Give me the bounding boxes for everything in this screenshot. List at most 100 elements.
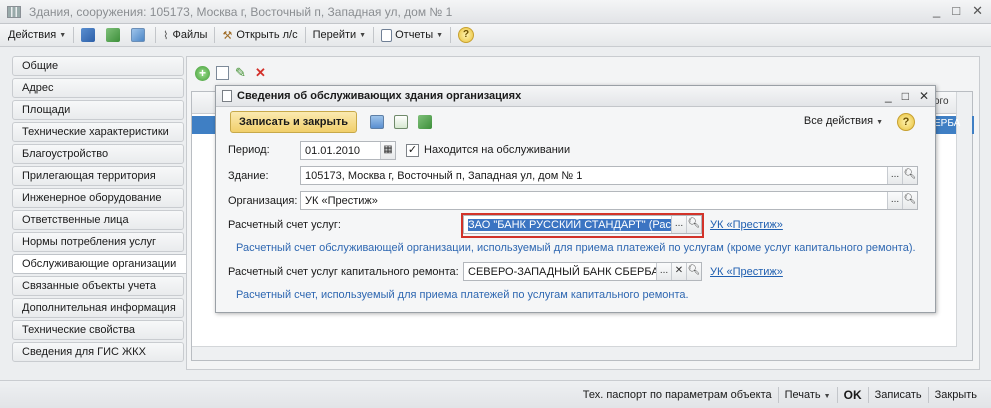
nav-item-consumption-norms[interactable]: Нормы потребления услуг (12, 232, 184, 252)
nav-item-areas[interactable]: Площади (12, 100, 184, 120)
files-label: Файлы (172, 29, 208, 41)
service-account-owner-link[interactable]: УК «Престиж» (710, 219, 783, 231)
nav-item-service-orgs[interactable]: Обслуживающие организации (12, 254, 190, 274)
dialog-minimize-button[interactable]: _ (885, 89, 892, 103)
open-account-button[interactable]: ⚒ Открыть л/с (218, 26, 301, 45)
save-icon[interactable] (370, 115, 384, 129)
files-button[interactable]: ⌇ Файлы (159, 26, 211, 45)
nav-item-additional-info[interactable]: Дополнительная информация (12, 298, 184, 318)
nav-item-tech-properties[interactable]: Технические свойства (12, 320, 184, 340)
caret-down-icon: ▼ (59, 31, 67, 39)
all-actions-menu[interactable]: Все действия ▼ (804, 115, 883, 127)
copy-button[interactable] (127, 26, 152, 45)
calendar-icon[interactable]: ▦ (380, 142, 395, 159)
dialog-window-controls: _ □ ✕ (885, 89, 929, 103)
period-value: 01.01.2010 (305, 145, 361, 157)
column-header-partial: ого (934, 96, 949, 107)
delete-icon[interactable]: ✕ (255, 66, 269, 80)
select-ellipsis-button[interactable]: ... (887, 192, 902, 209)
all-actions-label: Все действия (803, 115, 874, 127)
dialog-help-button[interactable]: ? (897, 113, 915, 131)
dialog-titlebar: Сведения об обслуживающих здания организ… (216, 86, 935, 107)
toolbar-separator (373, 27, 375, 43)
help-button[interactable]: ? (454, 26, 478, 45)
nav-item-tech-specs[interactable]: Технические характеристики (12, 122, 184, 142)
edit-icon[interactable]: ✎ (235, 66, 249, 80)
caret-down-icon: ▼ (436, 31, 444, 39)
window-titlebar: Здания, сооружения: 105173, Москва г, Во… (0, 0, 991, 24)
service-account-hint: Расчетный счет обслуживающей организации… (236, 242, 916, 254)
period-field[interactable]: 01.01.2010 ▦ (300, 141, 396, 160)
nav-item-general[interactable]: Общие (12, 56, 184, 76)
ok-button[interactable]: OK (838, 388, 868, 402)
nav-item-adjacent-territory[interactable]: Прилегающая территория (12, 166, 184, 186)
organization-label: Организация: (228, 195, 298, 207)
maximize-button[interactable]: □ (952, 3, 960, 19)
service-account-label: Расчетный счет услуг: (228, 219, 341, 231)
nav-item-gis-zhkh[interactable]: Сведения для ГИС ЖКХ (12, 342, 184, 362)
save-button[interactable]: Записать (869, 389, 928, 401)
actions-label: Действия (8, 29, 57, 41)
nav-item-engineering[interactable]: Инженерное оборудование (12, 188, 184, 208)
bottom-command-bar: Тех. паспорт по параметрам объекта Печат… (0, 380, 991, 408)
paperclip-icon: ⌇ (163, 29, 169, 42)
tech-passport-button[interactable]: Тех. паспорт по параметрам объекта (577, 389, 778, 401)
nav-item-improvement[interactable]: Благоустройство (12, 144, 184, 164)
dialog-close-button[interactable]: ✕ (919, 89, 929, 103)
select-ellipsis-button[interactable]: ... (887, 167, 902, 184)
horizontal-scrollbar[interactable] (192, 346, 957, 360)
open-search-icon[interactable]: 🔍︎ (902, 192, 917, 209)
print-label: Печать (784, 388, 821, 401)
goto-label: Перейти (312, 29, 357, 41)
vertical-scrollbar[interactable] (956, 92, 972, 360)
goto-menu[interactable]: Перейти ▼ (309, 26, 371, 45)
serviced-checkbox[interactable]: ✓ (406, 144, 419, 157)
caret-down-icon: ▼ (823, 392, 831, 400)
reports-menu[interactable]: Отчеты ▼ (377, 26, 447, 45)
toolbar-separator (73, 27, 75, 43)
tool-icon: ⚒ (222, 29, 233, 42)
refresh-icon (106, 28, 121, 42)
building-value: 105173, Москва г, Восточный п, Западная … (305, 170, 583, 182)
save-and-close-button[interactable]: Записать и закрыть (230, 111, 358, 133)
nav-item-responsible[interactable]: Ответственные лица (12, 210, 184, 230)
arrow-left-icon (81, 28, 96, 42)
copy-row-icon[interactable] (216, 66, 229, 80)
grid-toolbar: + ✎ ✕ (195, 66, 269, 81)
caret-down-icon: ▼ (359, 31, 367, 39)
select-ellipsis-button[interactable]: ... (656, 263, 671, 280)
organization-field[interactable]: УК «Престиж» ... 🔍︎ (300, 191, 918, 210)
capital-account-value: СЕВЕРО-ЗАПАДНЫЙ БАНК СБЕРБАІ (468, 266, 662, 278)
capital-account-owner-link[interactable]: УК «Престиж» (710, 266, 783, 278)
capital-account-field[interactable]: СЕВЕРО-ЗАПАДНЫЙ БАНК СБЕРБАІ ... ✕ 🔍︎ (463, 262, 702, 281)
close-form-button[interactable]: Закрыть (929, 389, 983, 401)
add-icon[interactable]: + (195, 66, 210, 81)
print-menu[interactable]: Печать ▼ (779, 389, 837, 401)
clear-icon[interactable]: ✕ (671, 263, 686, 280)
dialog-maximize-button[interactable]: □ (902, 89, 909, 103)
back-button[interactable] (77, 26, 102, 45)
close-button[interactable]: ✕ (972, 3, 983, 19)
nav-item-linked-objects[interactable]: Связанные объекты учета (12, 276, 184, 296)
reports-label: Отчеты (395, 29, 434, 41)
organization-value: УК «Престиж» (305, 195, 378, 207)
minimize-button[interactable]: _ (933, 3, 940, 19)
caret-down-icon: ▼ (876, 119, 883, 126)
report-icon (381, 28, 393, 42)
refresh-button[interactable] (102, 26, 127, 45)
nav-item-address[interactable]: Адрес (12, 78, 184, 98)
open-search-icon[interactable]: 🔍︎ (902, 167, 917, 184)
building-label: Здание: (228, 170, 269, 182)
open-search-icon[interactable]: 🔍︎ (686, 263, 701, 280)
toolbar-separator (155, 27, 157, 43)
refresh-icon[interactable] (418, 115, 432, 129)
actions-menu[interactable]: Действия ▼ (4, 26, 70, 45)
help-icon: ? (458, 27, 475, 43)
toolbar-separator (304, 27, 306, 43)
copy-icon (131, 28, 146, 42)
building-field[interactable]: 105173, Москва г, Восточный п, Западная … (300, 166, 918, 185)
dialog-toolbar: Записать и закрыть Все действия ▼ ? (228, 111, 923, 135)
copy-document-icon[interactable] (394, 115, 408, 129)
serviced-label: Находится на обслуживании (424, 144, 571, 156)
main-toolbar: Действия ▼ ⌇ Файлы ⚒ Открыть л/с Перейти ▼ О… (0, 24, 991, 47)
